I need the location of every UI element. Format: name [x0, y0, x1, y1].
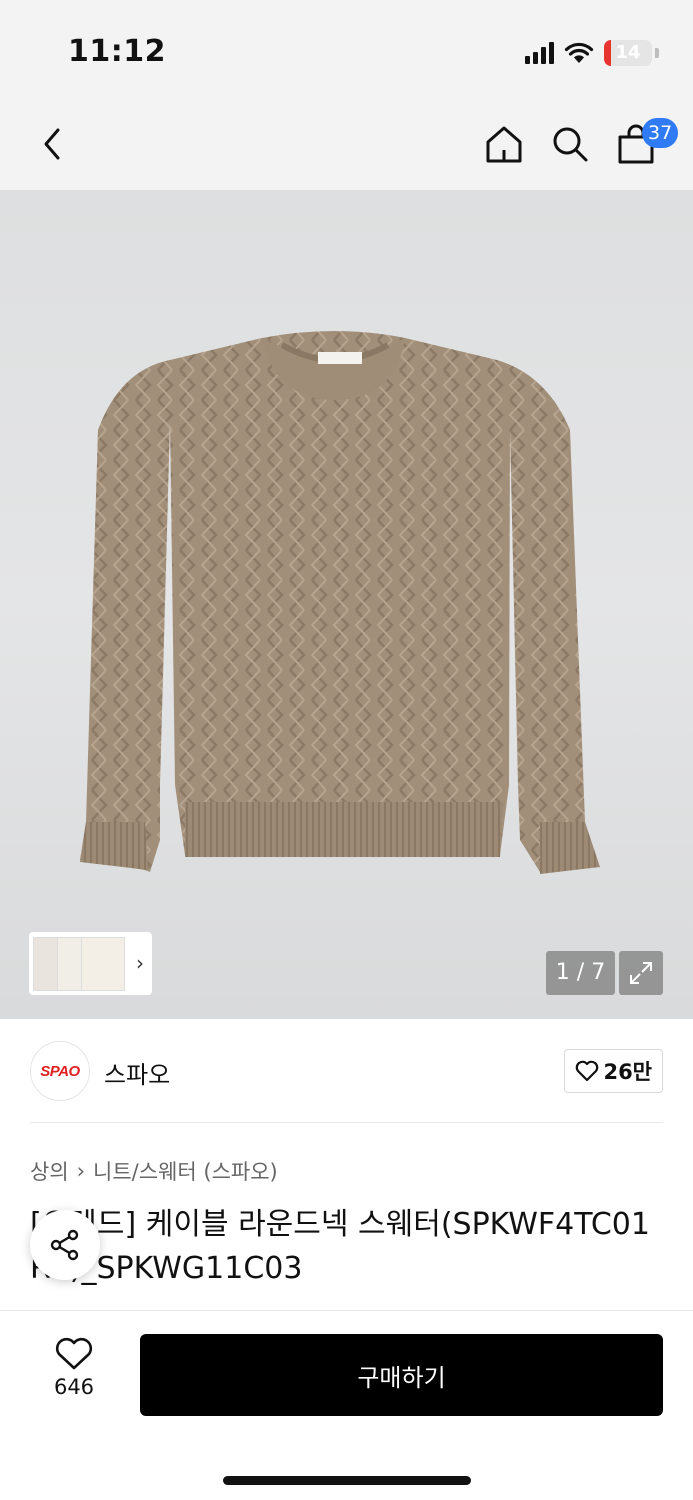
back-button[interactable] [22, 114, 82, 174]
share-button[interactable] [30, 1210, 100, 1280]
page-indicator: 1 / 7 [546, 951, 615, 995]
brand-logo-text: SPAO [40, 1062, 80, 1080]
brand-name[interactable]: 스파오 [104, 1055, 170, 1090]
bottom-action-bar: 646 구매하기 [0, 1310, 693, 1500]
status-time: 11:12 [68, 34, 166, 69]
heart-icon [576, 1060, 599, 1082]
home-button[interactable] [474, 114, 534, 174]
expand-icon [630, 962, 652, 984]
chevron-right-icon: › [76, 1159, 86, 1183]
battery-cap [655, 48, 659, 58]
search-icon [553, 127, 588, 162]
breadcrumb-level2[interactable]: 니트/스웨터 (스파오) [93, 1156, 278, 1186]
brand-like-count: 26만 [603, 1060, 652, 1084]
top-navigation: 37 [0, 100, 693, 190]
buy-button[interactable]: 구매하기 [140, 1334, 663, 1416]
product-image [80, 331, 600, 874]
expand-button[interactable] [619, 951, 663, 995]
wishlist-button[interactable]: 646 [30, 1337, 118, 1417]
wifi-icon [564, 42, 594, 63]
brand-logo[interactable]: SPAO [30, 1041, 90, 1101]
home-icon [486, 126, 522, 163]
battery-icon: 14 [604, 40, 652, 66]
cart-count-badge: 37 [642, 118, 679, 148]
share-icon [50, 1229, 79, 1261]
chevron-right-icon: › [136, 951, 144, 975]
brand-like-button[interactable]: 26만 [564, 1049, 663, 1093]
product-image-gallery[interactable]: › 1 / 7 [0, 190, 693, 1019]
chevron-left-icon [44, 128, 60, 160]
status-bar: 11:12 14 [0, 0, 693, 100]
thumbnail-strip[interactable]: › [29, 932, 152, 995]
status-icons: 14 [525, 40, 659, 66]
home-indicator [223, 1476, 471, 1485]
battery-level: 14 [615, 42, 641, 63]
breadcrumb: 상의 › 니트/스웨터 (스파오) [30, 1156, 278, 1186]
wishlist-count: 646 [53, 1375, 95, 1399]
brand-row: SPAO 스파오 26만 [30, 1019, 663, 1123]
heart-icon [55, 1337, 93, 1370]
cellular-signal-icon [525, 42, 554, 64]
search-button[interactable] [540, 114, 600, 174]
thumbnail-image[interactable] [81, 936, 125, 991]
cart-button[interactable]: 37 [606, 114, 679, 174]
product-title: [오렌드] 케이블 라운드넥 스웨터(SPKWF4TC01 RE)_SPKWG1… [30, 1207, 650, 1286]
breadcrumb-level1[interactable]: 상의 [30, 1156, 69, 1186]
